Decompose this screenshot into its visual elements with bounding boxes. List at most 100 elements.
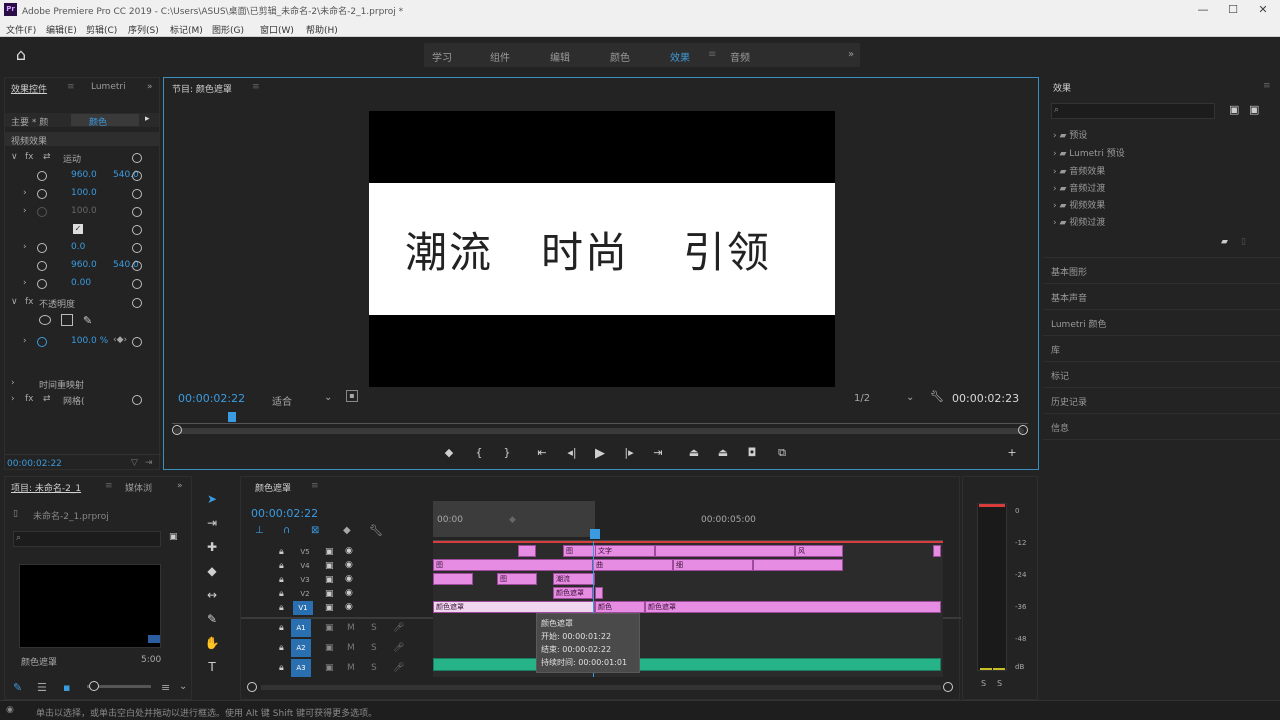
solo-right-button[interactable]: S (997, 679, 1002, 688)
stopwatch-icon[interactable] (37, 279, 47, 289)
track-v3-label[interactable]: V3 (295, 573, 315, 587)
icon-view-icon[interactable]: ▪ (63, 681, 70, 694)
track-v4-label[interactable]: V4 (295, 559, 315, 573)
stopwatch-icon[interactable] (37, 243, 47, 253)
clip[interactable]: 颜色 (595, 601, 645, 613)
chevron-down-icon[interactable]: ⌄ (324, 392, 332, 403)
position-x-value[interactable]: 960.0 (71, 170, 97, 180)
effects-search-input[interactable]: ⌕ (1051, 103, 1215, 119)
go-to-out-icon[interactable]: ⇥ (648, 446, 668, 459)
clip[interactable]: 风 (795, 545, 843, 557)
tab-program-monitor[interactable]: 节目: 颜色遮罩 (172, 82, 232, 95)
effect-folder-audio-effects[interactable]: › ▰ 音频效果 (1053, 164, 1105, 177)
stopwatch-icon[interactable] (37, 337, 47, 347)
panel-lumetri-color[interactable]: Lumetri 颜色 (1051, 317, 1106, 330)
zoom-slider-handle[interactable] (89, 681, 99, 691)
close-button[interactable]: ✕ (1248, 2, 1278, 18)
go-to-in-icon[interactable]: ⇤ (532, 446, 552, 459)
playhead-marker[interactable] (228, 412, 236, 422)
minimize-button[interactable]: — (1188, 2, 1218, 18)
menu-clip[interactable]: 剪辑(C) (86, 23, 117, 36)
menu-window[interactable]: 窗口(W) (260, 23, 294, 36)
settings-icon[interactable]: ▪ (346, 390, 358, 402)
mic-icon[interactable]: 🎤︎ (393, 623, 404, 633)
play-icon[interactable]: ▶ (590, 446, 610, 461)
reset-icon[interactable] (132, 337, 142, 347)
reset-icon[interactable] (132, 395, 142, 405)
keyframe-nav-icon[interactable]: ‹◆› (113, 335, 127, 345)
workspace-menu-icon[interactable]: ≡ (708, 49, 716, 60)
expand-arrow-icon[interactable]: › (23, 242, 27, 252)
workspace-audio[interactable]: 音频 (730, 49, 750, 64)
stopwatch-icon[interactable] (37, 207, 47, 217)
tab-effect-controls[interactable]: 效果控件 (11, 82, 47, 95)
stopwatch-icon[interactable] (37, 171, 47, 181)
fit-dropdown[interactable]: 适合 (272, 393, 292, 408)
tab-timeline-sequence[interactable]: 颜色遮罩 (255, 481, 291, 494)
mute-button[interactable]: M (347, 663, 355, 673)
home-icon[interactable]: ⌂ (10, 45, 32, 65)
effect-folder-audio-transitions[interactable]: › ▰ 音频过渡 (1053, 181, 1105, 194)
lock-icon[interactable]: 🔒︎ (279, 547, 284, 557)
menu-edit[interactable]: 编辑(E) (46, 23, 77, 36)
add-marker-icon[interactable]: ◆ (439, 446, 459, 459)
step-forward-icon[interactable]: |▸ (619, 446, 639, 459)
lock-icon[interactable]: 🔒︎ (279, 575, 284, 585)
sort-icon[interactable]: ≡ (161, 681, 170, 694)
zoom-scrollbar[interactable] (174, 428, 1024, 434)
expand-arrow-icon[interactable]: ∨ (11, 152, 18, 162)
track-v1-label[interactable]: V1 (293, 601, 313, 615)
play-only-icon[interactable]: ▸ (145, 114, 150, 124)
zoom-slider[interactable] (87, 681, 151, 691)
solo-left-button[interactable]: S (981, 679, 986, 688)
new-bin-icon[interactable]: ▰ (1221, 237, 1228, 247)
reset-icon[interactable] (132, 207, 142, 217)
clip[interactable]: 图 (433, 559, 593, 571)
menu-help[interactable]: 帮助(H) (306, 23, 338, 36)
clip[interactable]: 文字 (595, 545, 655, 557)
reset-icon[interactable] (132, 225, 142, 235)
tab-menu-icon[interactable]: ≡ (105, 481, 113, 491)
clip[interactable]: 图 (497, 573, 537, 585)
scroll-handle-left[interactable] (172, 425, 182, 435)
stopwatch-icon[interactable] (37, 189, 47, 199)
expand-arrow-icon[interactable]: › (23, 278, 27, 288)
write-lock-icon[interactable]: ✎ (13, 681, 22, 694)
track-a3-label[interactable]: A3 (291, 659, 311, 677)
accelerated-effects-icon[interactable]: ▣ (1229, 103, 1239, 116)
sync-lock-icon[interactable]: ▣ (325, 643, 334, 653)
mute-button[interactable]: M (347, 643, 355, 653)
clip[interactable]: 潮流 (553, 573, 595, 585)
expand-arrow-icon[interactable]: ∨ (11, 297, 18, 307)
panel-overflow-icon[interactable]: » (177, 481, 183, 491)
program-timecode[interactable]: 00:00:02:22 (178, 392, 245, 405)
source-clip-label[interactable]: 主要 * 颜 (11, 115, 48, 128)
timeline-timecode[interactable]: 00:00:02:22 (251, 507, 318, 520)
menu-sequence[interactable]: 序列(S) (128, 23, 159, 36)
reset-icon[interactable] (132, 261, 142, 271)
panel-overflow-icon[interactable]: » (147, 82, 153, 92)
mark-out-icon[interactable]: } (497, 446, 517, 459)
tab-menu-icon[interactable]: ≡ (67, 82, 75, 92)
ellipse-mask-icon[interactable] (39, 315, 51, 325)
fx-icon[interactable]: fx (25, 152, 34, 162)
timeline-ruler[interactable]: 00:00 ◆ 00:00:05:00 (433, 501, 943, 541)
menu-marker[interactable]: 标记(M) (170, 23, 203, 36)
expand-arrow-icon[interactable]: › (23, 336, 27, 346)
sync-lock-icon[interactable]: ▣ (325, 575, 334, 585)
fx-icon[interactable]: fx (25, 297, 34, 307)
add-marker-icon[interactable]: ◆ (343, 525, 351, 536)
clip-thumbnail[interactable] (19, 564, 161, 648)
solo-button[interactable]: S (371, 623, 377, 633)
reset-icon[interactable] (132, 171, 142, 181)
eye-icon[interactable]: ◉ (345, 546, 353, 556)
clip[interactable]: 颜色遮罩 (553, 587, 593, 599)
track-a1-label[interactable]: A1 (291, 619, 311, 637)
project-search-input[interactable]: ⌕ (13, 531, 161, 547)
mic-icon[interactable]: 🎤︎ (393, 643, 404, 653)
tab-effects[interactable]: 效果 (1053, 81, 1071, 94)
scale-value[interactable]: 100.0 (71, 188, 97, 198)
stopwatch-icon[interactable] (37, 261, 47, 271)
pen-tool-icon[interactable]: ✎ (202, 612, 222, 630)
timeline-scrollbar[interactable] (261, 685, 941, 690)
